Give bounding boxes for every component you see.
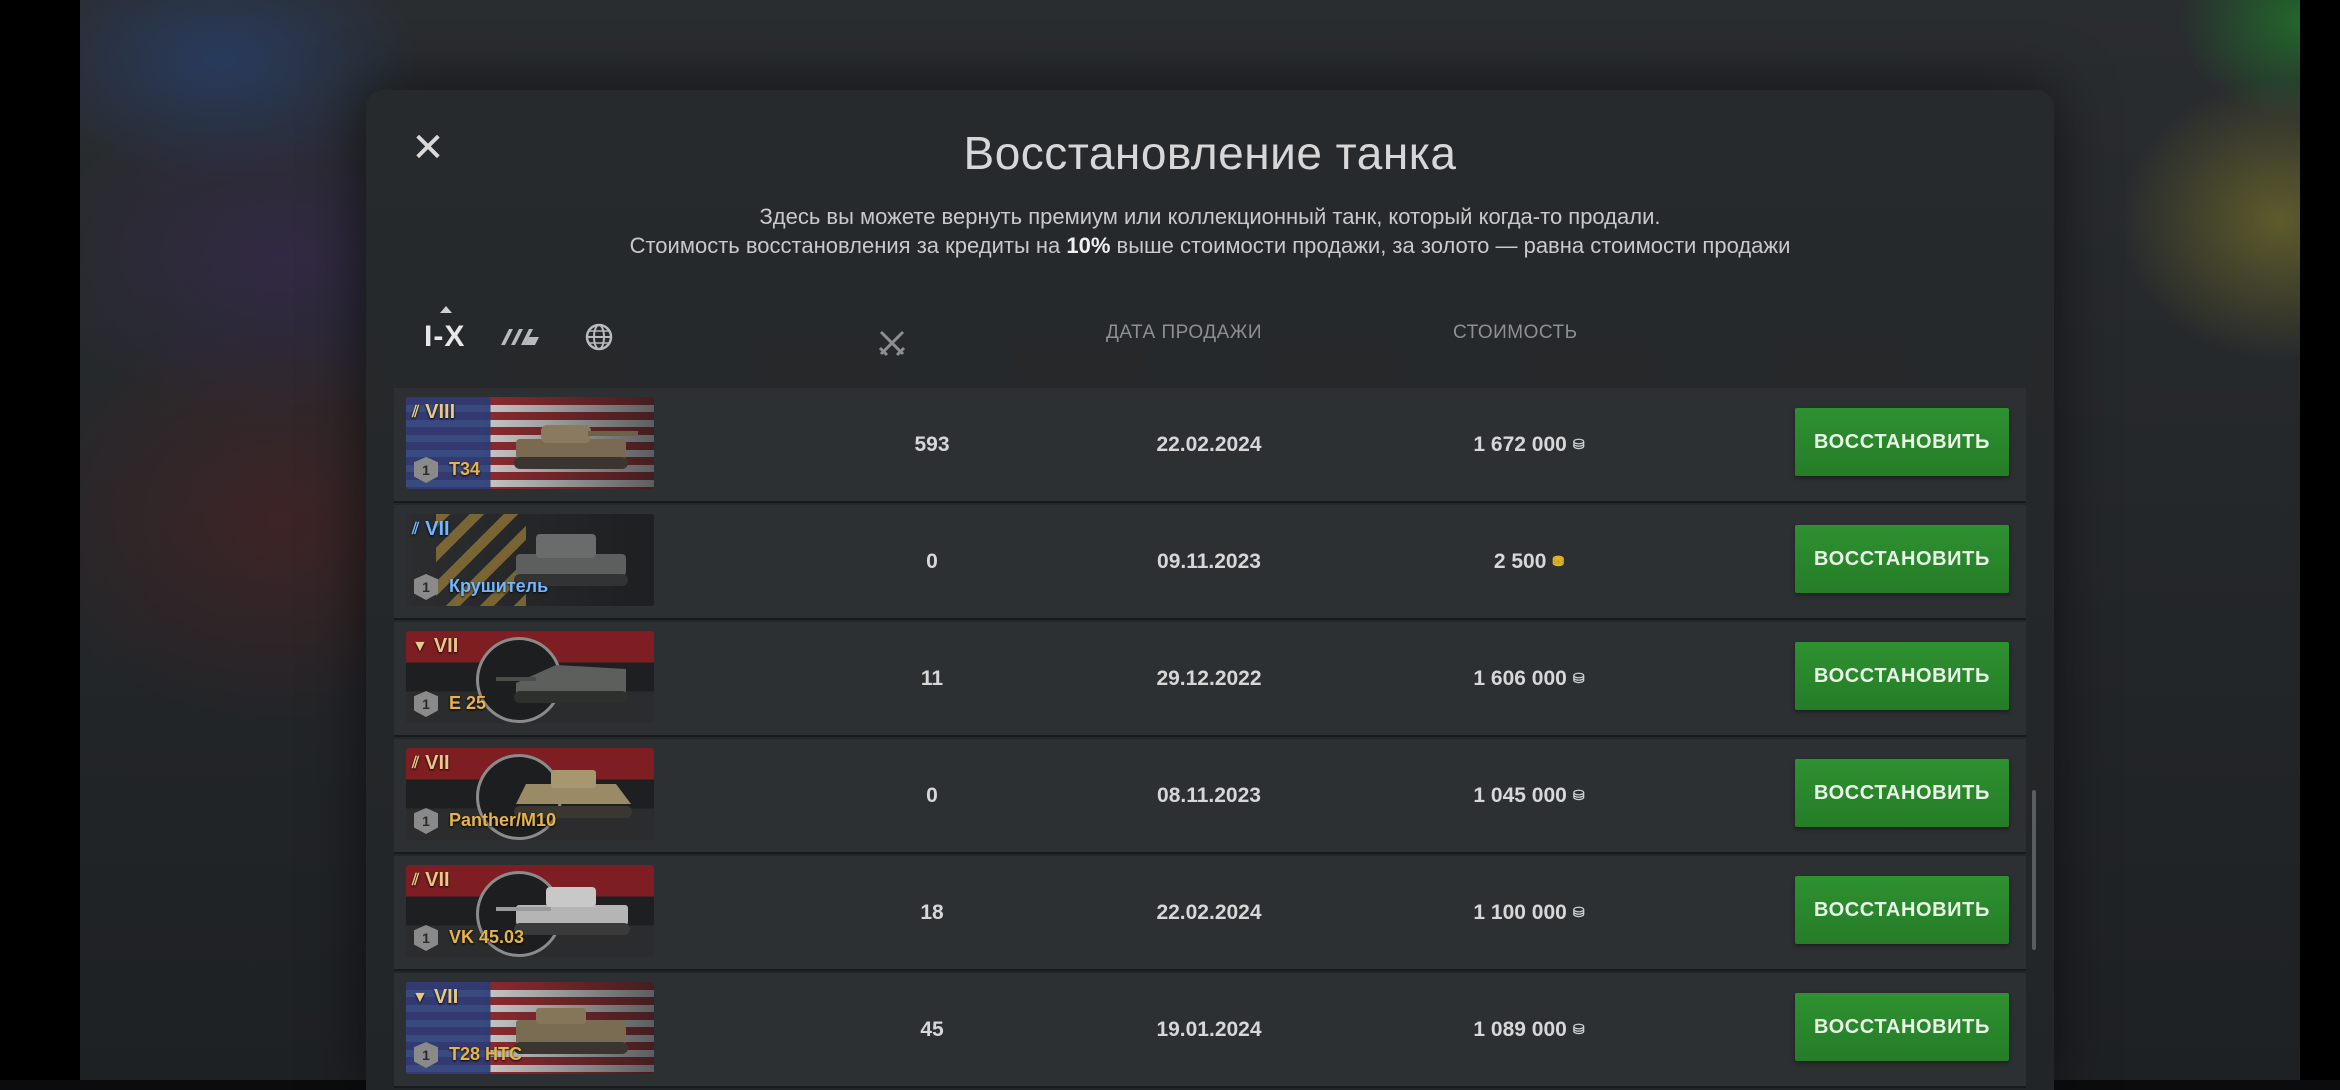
premium-tank-icon: ⫽ (412, 871, 420, 889)
screen-edge-right (2300, 0, 2340, 1080)
restore-button[interactable]: ВОССТАНОВИТЬ (1795, 525, 2009, 593)
sale-date: 22.02.2024 (1156, 432, 1262, 456)
dialog-title: Восстановление танка (963, 127, 1457, 179)
tank-row: ⫽ VII 1 VK 45.03 18 22.02.2024 1 100 000 ⛁… (394, 856, 2026, 971)
tank-row: ▼ VII 1 E 25 11 29.12.2022 1 606 000 ⛁ ВОС… (394, 622, 2026, 737)
tank-tier: ⫽ VII (412, 869, 450, 891)
tank-name: Крушитель (449, 576, 549, 596)
premium-tank-icon: ⫽ (412, 754, 420, 772)
list-scrollbar[interactable] (2032, 790, 2036, 950)
tank-card: ⫽ VIII 1 T34 (406, 397, 654, 489)
restore-cost: 1 672 000 ⛁ (1473, 432, 1585, 456)
battles-count: 593 (914, 432, 950, 456)
credits-icon: ⛁ (1572, 670, 1585, 686)
tank-tier: ⫽ VII (412, 518, 450, 540)
restore-cost: 1 606 000 ⛁ (1473, 666, 1585, 690)
restore-cost: 2 500 ⛃ (1493, 549, 1565, 573)
restore-button[interactable]: ВОССТАНОВИТЬ (1795, 876, 2009, 944)
credits-icon: ⛁ (1572, 787, 1585, 803)
collector-tank-icon: ⫽ (412, 520, 420, 538)
restore-button[interactable]: ВОССТАНОВИТЬ (1795, 642, 2009, 710)
restore-cost: 1 089 000 ⛁ (1473, 1017, 1585, 1041)
dialog-subtitle: Здесь вы можете вернуть премиум или колл… (366, 202, 2054, 260)
credits-icon: ⛁ (1572, 904, 1585, 920)
tank-name: T28 HTC (449, 1044, 523, 1064)
sale-date: 09.11.2023 (1157, 549, 1261, 573)
battles-count: 18 (920, 900, 944, 924)
sale-date: 19.01.2024 (1156, 1017, 1262, 1041)
premium-tank-icon: ⫽ (412, 403, 420, 421)
tank-destroyer-icon: ▼ (412, 637, 428, 655)
tank-tier: ⫽ VIII (412, 401, 456, 423)
subtitle-line-2: Стоимость восстановления за кредиты на 1… (629, 233, 1791, 258)
tank-card: ▼ VII 1 T28 HTC (406, 982, 654, 1074)
sale-date: 08.11.2023 (1157, 783, 1261, 807)
battles-count: 11 (920, 666, 944, 690)
tank-type-icon[interactable] (499, 319, 543, 355)
tank-list: ⫽ VIII 1 T34 593 22.02.2024 1 672 000 ⛁ ВО… (394, 388, 2026, 1090)
tier-filter-label: I-X (424, 320, 466, 353)
tank-card: ⫽ VII 1 Крушитель (406, 514, 654, 606)
battles-count: 45 (920, 1017, 944, 1041)
tank-name: Panther/M10 (449, 810, 557, 830)
battles-count: 0 (926, 549, 938, 573)
tank-tier: ▼ VII (412, 635, 459, 657)
column-header-cost[interactable]: СТОИМОСТЬ (1453, 322, 1578, 344)
tank-card: ⫽ VII 1 Panther/M10 (406, 748, 654, 840)
restore-tank-dialog: ✕ Восстановление танка Здесь вы можете в… (366, 90, 2054, 1090)
restore-button[interactable]: ВОССТАНОВИТЬ (1795, 408, 2009, 476)
tier-sort-filter[interactable]: I-X (424, 306, 466, 354)
tank-row: ⫽ VII 1 Panther/M10 0 08.11.2023 1 045 00… (394, 739, 2026, 854)
tank-image (496, 665, 628, 703)
tank-image (514, 425, 638, 469)
tank-tier: ⫽ VII (412, 752, 450, 774)
tank-name: T34 (449, 459, 481, 479)
tank-tier: ▼ VII (412, 986, 459, 1008)
tank-row: ▼ VII 1 T28 HTC 45 19.01.2024 1 089 000 ⛁ … (394, 973, 2026, 1088)
restore-cost: 1 100 000 ⛁ (1473, 900, 1585, 924)
restore-button[interactable]: ВОССТАНОВИТЬ (1795, 759, 2009, 827)
tank-name: VK 45.03 (449, 927, 525, 947)
screen-edge-left (0, 0, 80, 1080)
subtitle-line-1: Здесь вы можете вернуть премиум или колл… (759, 204, 1661, 229)
credits-icon: ⛁ (1572, 436, 1585, 452)
tank-card: ▼ VII 1 E 25 (406, 631, 654, 723)
tank-destroyer-icon: ▼ (412, 988, 428, 1006)
battles-count: 0 (926, 783, 938, 807)
globe-icon[interactable] (577, 319, 621, 355)
sale-date: 29.12.2022 (1156, 666, 1262, 690)
gold-icon: ⛃ (1552, 553, 1565, 569)
crossed-swords-icon[interactable] (877, 328, 907, 364)
sale-date: 22.02.2024 (1156, 900, 1262, 924)
tank-row: ⫽ VIII 1 T34 593 22.02.2024 1 672 000 ⛁ ВО… (394, 388, 2026, 503)
restore-button[interactable]: ВОССТАНОВИТЬ (1795, 993, 2009, 1061)
restore-cost: 1 045 000 ⛁ (1473, 783, 1585, 807)
sort-caret-icon (440, 306, 452, 313)
tank-name: E 25 (449, 693, 487, 713)
column-header-date[interactable]: ДАТА ПРОДАЖИ (1106, 322, 1262, 344)
credits-icon: ⛁ (1572, 1021, 1585, 1037)
filter-bar: I-X (424, 306, 621, 362)
tank-row: ⫽ VII 1 Крушитель 0 09.11.2023 2 500 ⛃ ВОС… (394, 505, 2026, 620)
tank-card: ⫽ VII 1 VK 45.03 (406, 865, 654, 957)
